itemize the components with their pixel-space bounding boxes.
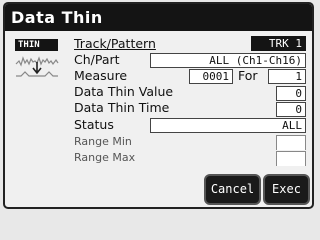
data-thin-icon — [15, 56, 59, 77]
track-pattern-field[interactable]: TRK 1 — [251, 36, 306, 51]
range-max-label: Range Max — [74, 151, 136, 164]
ch-part-field[interactable]: ALL (Ch1-Ch16) — [150, 53, 306, 68]
ch-part-label: Ch/Part — [74, 52, 120, 67]
cancel-button[interactable]: Cancel — [204, 174, 261, 205]
data-thin-dialog: Data Thin THIN Track/Pattern TRK 1 Ch/Pa… — [3, 2, 314, 209]
for-label: For — [238, 68, 258, 83]
track-pattern-label: Track/Pattern — [74, 36, 156, 51]
dialog-title: Data Thin — [5, 4, 312, 31]
status-field[interactable]: ALL — [150, 118, 306, 133]
range-max-field[interactable] — [276, 151, 306, 166]
data-thin-time-label: Data Thin Time — [74, 100, 170, 115]
range-min-label: Range Min — [74, 135, 132, 148]
data-thin-value-label: Data Thin Value — [74, 84, 174, 99]
measure-field[interactable]: 0001 — [189, 69, 233, 84]
status-label: Status — [74, 117, 114, 132]
data-thin-value-field[interactable]: 0 — [276, 86, 306, 101]
for-field[interactable]: 1 — [268, 69, 306, 84]
range-min-field[interactable] — [276, 135, 306, 150]
exec-button[interactable]: Exec — [263, 174, 310, 205]
data-thin-time-field[interactable]: 0 — [276, 102, 306, 117]
mode-tag: THIN — [15, 39, 58, 51]
measure-label: Measure — [74, 68, 128, 83]
